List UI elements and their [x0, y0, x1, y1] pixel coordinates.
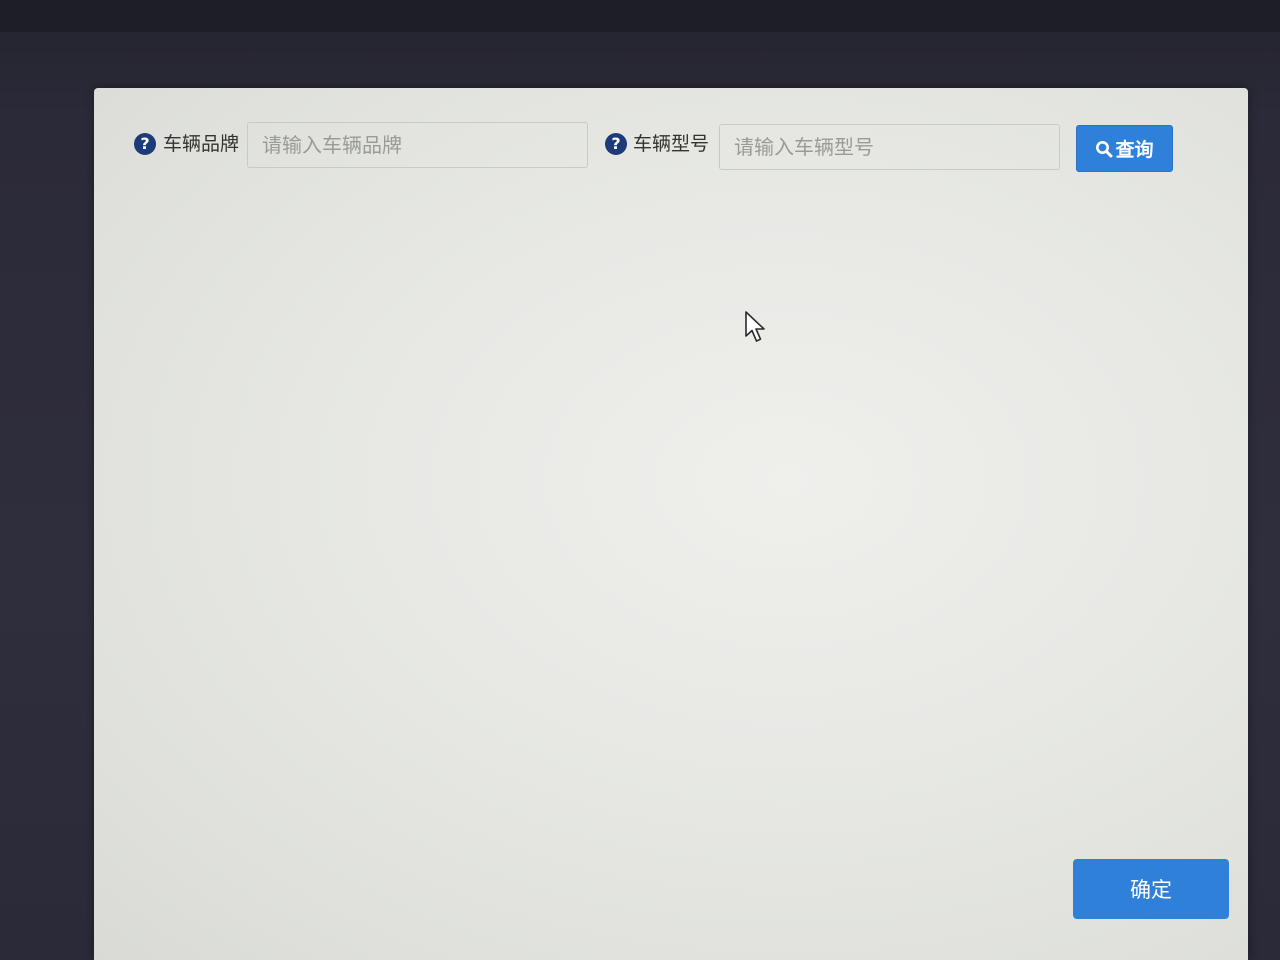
brand-input[interactable]	[247, 122, 588, 168]
confirm-button[interactable]: 确定	[1073, 859, 1229, 919]
model-input[interactable]	[719, 124, 1060, 170]
model-label: 车辆型号	[633, 133, 710, 155]
query-button-label: 查询	[1115, 139, 1154, 161]
query-button[interactable]: 查询	[1076, 125, 1173, 172]
brand-label: 车辆品牌	[163, 133, 240, 155]
results-area	[114, 188, 1228, 838]
search-icon	[1095, 140, 1113, 158]
mouse-cursor-icon	[745, 311, 765, 342]
brand-help-icon[interactable]: ?	[134, 133, 156, 155]
vehicle-search-dialog: ? 车辆品牌 ? 车辆型号 查询 确定	[94, 88, 1248, 960]
screen-top-bar	[0, 0, 1280, 32]
model-help-icon[interactable]: ?	[605, 133, 627, 155]
